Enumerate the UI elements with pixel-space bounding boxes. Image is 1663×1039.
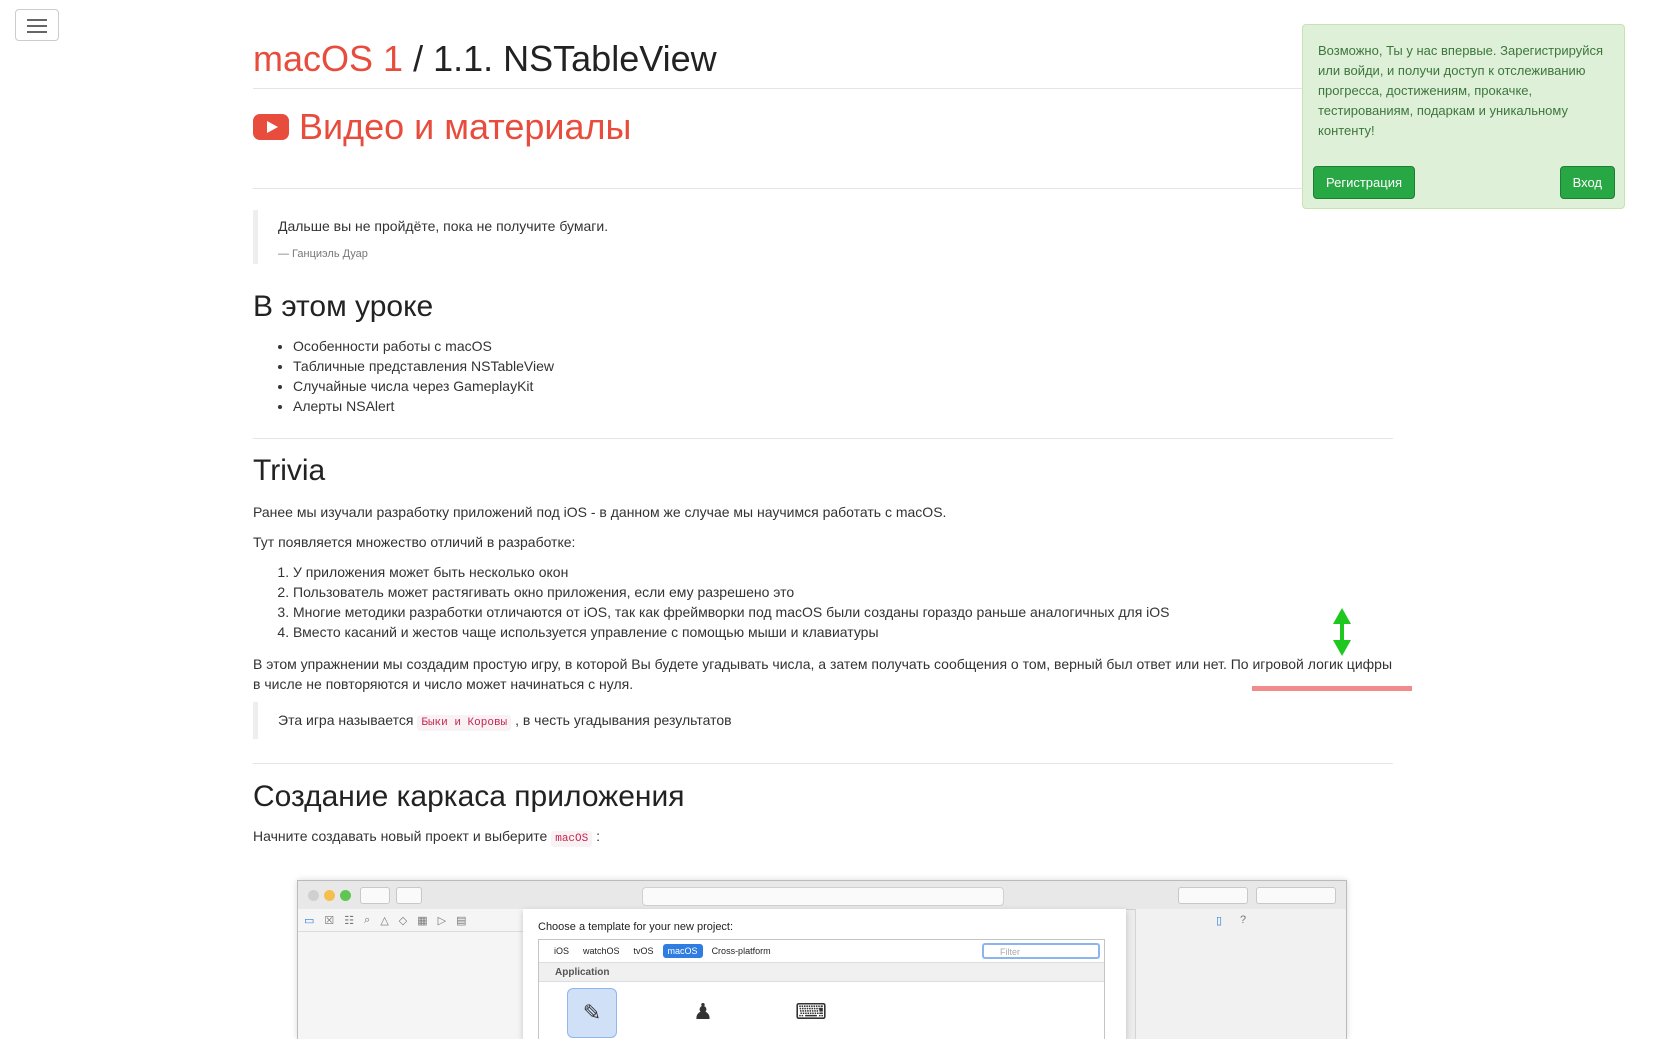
video-heading-text: Видео и материалы <box>299 106 632 147</box>
breadcrumb-link[interactable]: macOS 1 <box>253 38 403 79</box>
panels-icon <box>1256 887 1336 904</box>
activity-bar <box>642 887 1004 906</box>
divider <box>253 88 1393 89</box>
folder-icon: ▭ <box>304 914 315 927</box>
list-item: У приложения может быть несколько окон <box>293 562 1170 582</box>
breakpoint-icon: ▷ <box>437 914 447 927</box>
xcode-screenshot: ▭ ☒ ☷ ⌕ △ ◇ ▦ ▷ ▤ Choose a template for … <box>297 880 1347 1039</box>
debug-icon: ▦ <box>417 914 428 927</box>
divider <box>253 763 1393 764</box>
epigraph-author: — Ганциэль Дуар <box>278 248 368 260</box>
list-item: Пользователь может растягивать окно прил… <box>293 582 1170 602</box>
xcode-inspector: ▯ ? <box>1135 909 1346 1039</box>
toast-message: Возможно, Ты у нас впервые. Зарегистриру… <box>1318 43 1604 138</box>
navigator-tabs: ▭ ☒ ☷ ⌕ △ ◇ ▦ ▷ ▤ <box>298 909 529 932</box>
search-icon: ⌕ <box>364 913 371 926</box>
template-panel: iOS watchOS tvOS macOS Cross-platform Fi… <box>538 939 1105 1039</box>
test-icon: ◇ <box>398 914 408 927</box>
skeleton-paragraph: Начните создавать новый проект и выберит… <box>253 828 601 847</box>
run-icon <box>360 887 390 904</box>
zoom-dot-icon <box>340 890 351 901</box>
application-section: Application <box>539 962 1104 982</box>
tab-ios: iOS <box>554 946 570 956</box>
lesson-title: 1.1. NSTableView <box>433 38 717 79</box>
minimize-dot-icon <box>324 890 335 901</box>
xcode-toolbar <box>298 881 1346 910</box>
list-item: Алерты NSAlert <box>293 396 554 416</box>
list-item: Табличные представления NSTableView <box>293 356 554 376</box>
list-item: Многие методики разработки отличаются от… <box>293 602 1170 622</box>
list-item: Случайные числа через GameplayKit <box>293 376 554 396</box>
trivia-paragraph-3: В этом упражнении мы создадим простую иг… <box>253 656 1393 692</box>
hierarchy-icon: ☷ <box>344 914 355 927</box>
close-dot-icon <box>308 890 319 901</box>
youtube-icon <box>253 114 289 140</box>
skeleton-heading: Создание каркаса приложения <box>253 780 685 813</box>
tab-cross-platform: Cross-platform <box>711 946 771 956</box>
menu-icon <box>27 19 47 21</box>
trivia-paragraph-1: Ранее мы изучали разработку приложений п… <box>253 504 947 520</box>
game-template-icon: ♟ <box>693 999 713 1024</box>
divider <box>253 188 1393 189</box>
quote-text-before: Эта игра называется <box>278 712 414 728</box>
page-title: macOS 1 / 1.1. NSTableView <box>253 38 717 80</box>
cocoa-app-template-icon: ✎ <box>567 988 617 1038</box>
help-icon: ? <box>1240 914 1247 926</box>
trivia-paragraph-2: Тут появляется множество отличий в разра… <box>253 534 576 550</box>
command-line-template-icon: ⌨ <box>795 999 827 1024</box>
lesson-list: Особенности работы с macOS Табличные пре… <box>253 336 554 416</box>
lesson-heading: В этом уроке <box>253 290 434 323</box>
game-name-code: Быки и Коровы <box>417 715 512 731</box>
epigraph-text: Дальше вы не пройдёте, пока не получите … <box>278 218 609 234</box>
tab-watchos: watchOS <box>583 946 620 956</box>
macos-code: macOS <box>551 831 593 847</box>
sheet-title: Choose a template for your new project: <box>538 921 734 933</box>
xcode-navigator: ▭ ☒ ☷ ⌕ △ ◇ ▦ ▷ ▤ <box>298 909 529 1039</box>
editor-mode-icon <box>1178 887 1248 904</box>
list-item: Особенности работы с macOS <box>293 336 554 356</box>
welcome-toast: Возможно, Ты у нас впервые. Зарегистриру… <box>1302 24 1625 209</box>
hamburger-menu-button[interactable] <box>15 9 59 41</box>
warning-icon: △ <box>380 914 389 927</box>
register-button[interactable]: Регистрация <box>1313 166 1415 199</box>
epigraph-quote: Дальше вы не пройдёте, пока не получите … <box>253 210 878 264</box>
breadcrumb-separator: / <box>413 38 424 79</box>
template-sheet: Choose a template for your new project: … <box>523 909 1126 1039</box>
tab-tvos: tvOS <box>633 946 654 956</box>
platform-tabs: iOS watchOS tvOS macOS Cross-platform <box>539 940 776 962</box>
differences-list: У приложения может быть несколько окон П… <box>253 562 1170 642</box>
report-icon: ▤ <box>456 914 467 927</box>
resize-cursor-icon <box>1333 608 1351 656</box>
trivia-heading: Trivia <box>253 454 326 487</box>
game-name-quote: Эта игра называется Быки и Коровы , в че… <box>253 702 732 739</box>
highlight-underline <box>1252 686 1412 691</box>
list-item: Вместо касаний и жестов чаще используетс… <box>293 622 1170 642</box>
filter-field: Filter <box>982 943 1100 959</box>
issue-icon: ☒ <box>324 914 335 927</box>
stop-icon <box>396 887 422 904</box>
video-heading[interactable]: Видео и материалы <box>253 106 631 148</box>
quote-text-after: , в честь угадывания результатов <box>515 712 732 728</box>
divider <box>253 438 1393 439</box>
tab-macos: macOS <box>662 944 703 958</box>
login-button[interactable]: Вход <box>1559 166 1615 199</box>
file-inspector-icon: ▯ <box>1216 915 1223 927</box>
